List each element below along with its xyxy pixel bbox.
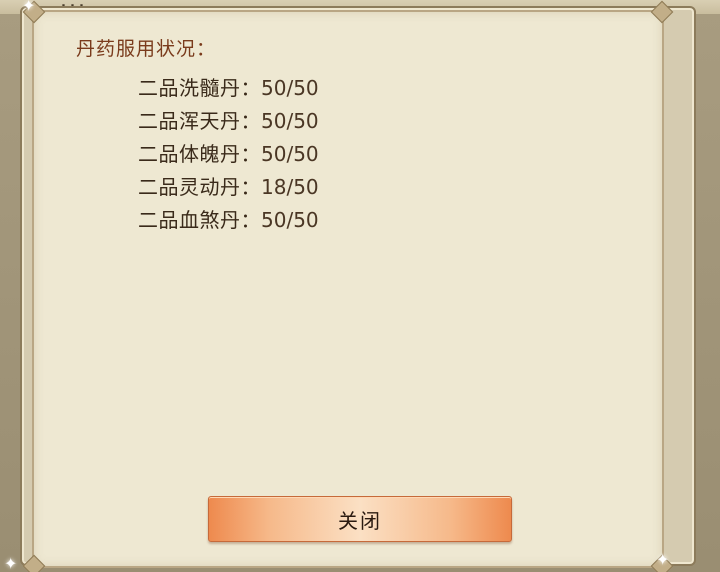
list-item: 二品洗髓丹：50/50 xyxy=(138,74,319,107)
close-button[interactable]: 关闭 xyxy=(208,496,512,542)
list-item: 二品血煞丹：50/50 xyxy=(138,206,319,239)
pill-name: 二品洗髓丹： xyxy=(138,76,261,100)
pill-name: 二品体魄丹： xyxy=(138,142,261,166)
pill-name: 二品浑天丹： xyxy=(138,109,261,133)
sparkle-icon: ✦ xyxy=(4,554,18,572)
list-item: 二品浑天丹：50/50 xyxy=(138,107,319,140)
pill-count: 50/50 xyxy=(261,109,319,133)
dialog-heading: 丹药服用状况： xyxy=(76,38,217,60)
pill-status-dialog xyxy=(22,0,674,572)
list-item: 二品体魄丹：50/50 xyxy=(138,140,319,173)
pill-name: 二品灵动丹： xyxy=(138,175,261,199)
pill-count: 50/50 xyxy=(261,142,319,166)
pill-name: 二品血煞丹： xyxy=(138,208,261,232)
pill-count: 18/50 xyxy=(261,175,319,199)
pill-count: 50/50 xyxy=(261,208,319,232)
sparkle-icon: ✦ xyxy=(22,0,36,15)
pill-list: 二品洗髓丹：50/50 二品浑天丹：50/50 二品体魄丹：50/50 二品灵动… xyxy=(138,74,319,239)
game-screen: ... ✦ ✦ ✦ 丹药服用状况： 二品洗髓丹：50/50 二品浑天丹：50/5… xyxy=(0,0,720,572)
close-button-label: 关闭 xyxy=(338,508,382,533)
pill-count: 50/50 xyxy=(261,76,319,100)
sparkle-icon: ✦ xyxy=(656,550,670,569)
list-item: 二品灵动丹：18/50 xyxy=(138,173,319,206)
